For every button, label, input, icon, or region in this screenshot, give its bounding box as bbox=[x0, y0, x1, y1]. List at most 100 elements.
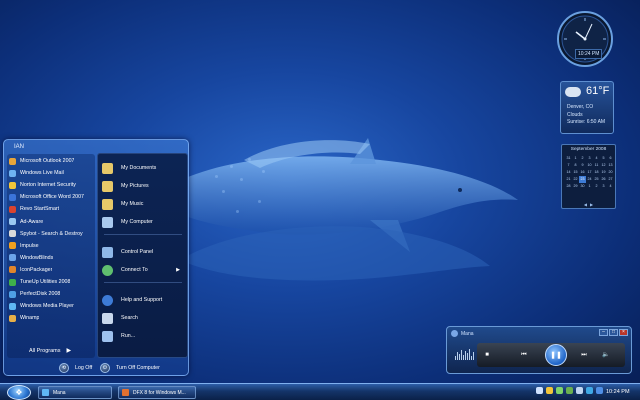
calendar-prev-icon[interactable]: ◀ bbox=[584, 202, 587, 207]
calendar-day[interactable]: 18 bbox=[593, 169, 600, 176]
calendar-day[interactable]: 7 bbox=[565, 162, 572, 169]
calendar-day[interactable]: 10 bbox=[586, 162, 593, 169]
log-off-label: Log Off bbox=[75, 365, 93, 371]
calendar-day[interactable]: 4 bbox=[607, 183, 614, 190]
calendar-day[interactable]: 16 bbox=[579, 169, 586, 176]
calendar-day[interactable]: 4 bbox=[593, 155, 600, 162]
program-item[interactable]: WindowBlinds bbox=[9, 252, 93, 264]
bluetooth-icon[interactable] bbox=[596, 387, 603, 394]
calendar-day[interactable]: 25 bbox=[593, 176, 600, 183]
norton-tray-icon[interactable] bbox=[546, 387, 553, 394]
program-item[interactable]: IconPackager bbox=[9, 264, 93, 276]
program-label: Revo StartSmart bbox=[20, 206, 60, 213]
program-item[interactable]: TuneUp Utilities 2008 bbox=[9, 276, 93, 288]
program-item[interactable]: Revo StartSmart bbox=[9, 203, 93, 215]
program-item[interactable]: Windows Live Mail bbox=[9, 167, 93, 179]
calendar-gadget[interactable]: September 2008 31 1 2 3 4 5 6 7 8 9 10 11 12 13 14 15 16… bbox=[561, 144, 616, 209]
calendar-next-icon[interactable]: ▶ bbox=[590, 202, 593, 207]
calendar-day[interactable]: 17 bbox=[586, 169, 593, 176]
minimize-button[interactable]: – bbox=[599, 329, 608, 336]
taskbar-clock[interactable]: 10:24 PM bbox=[606, 389, 630, 395]
place-item[interactable]: My Music bbox=[102, 196, 186, 212]
start-button[interactable]: ❖ bbox=[7, 385, 31, 400]
tuneup-icon bbox=[9, 278, 16, 286]
program-item[interactable]: Ad-Aware bbox=[9, 216, 93, 228]
calendar-day[interactable]: 31 bbox=[565, 155, 572, 162]
program-item[interactable]: Windows Media Player bbox=[9, 300, 93, 312]
place-item[interactable]: My Pictures bbox=[102, 178, 186, 194]
calendar-day[interactable]: 30 bbox=[579, 183, 586, 190]
previous-icon[interactable]: ⏮ bbox=[517, 350, 531, 360]
calendar-day[interactable]: 9 bbox=[579, 162, 586, 169]
calendar-day[interactable]: 20 bbox=[607, 169, 614, 176]
calendar-day[interactable]: 6 bbox=[607, 155, 614, 162]
taskbar-button[interactable]: DFX 8 for Windows M... bbox=[118, 386, 196, 399]
place-item[interactable]: My Documents bbox=[102, 160, 186, 176]
calendar-day[interactable]: 19 bbox=[600, 169, 607, 176]
network-icon[interactable] bbox=[556, 387, 563, 394]
close-button[interactable]: × bbox=[619, 329, 628, 336]
calendar-day[interactable]: 15 bbox=[572, 169, 579, 176]
computer-icon bbox=[102, 216, 113, 228]
program-item[interactable]: Norton Internet Security bbox=[9, 179, 93, 191]
norton-icon bbox=[9, 181, 16, 189]
place-item[interactable]: Connect To ▶ bbox=[102, 262, 186, 278]
messenger-icon[interactable] bbox=[566, 387, 573, 394]
clock-gadget-time: 10:24 PM bbox=[575, 49, 603, 59]
calendar-day[interactable]: 1 bbox=[572, 155, 579, 162]
program-label: Microsoft Office Word 2007 bbox=[20, 194, 84, 201]
stop-icon[interactable]: ■ bbox=[483, 350, 491, 360]
program-label: WindowBlinds bbox=[20, 254, 54, 261]
calendar-day[interactable]: 29 bbox=[572, 183, 579, 190]
calendar-day[interactable]: 8 bbox=[572, 162, 579, 169]
calendar-day[interactable]: 21 bbox=[565, 176, 572, 183]
calendar-day[interactable]: 2 bbox=[593, 183, 600, 190]
next-icon[interactable]: ⏭ bbox=[577, 350, 591, 360]
taskbar-button-label: DFX 8 for Windows M... bbox=[133, 389, 186, 396]
calendar-day[interactable]: 22 bbox=[572, 176, 579, 183]
music-icon bbox=[102, 198, 113, 210]
calendar-day[interactable]: 13 bbox=[607, 162, 614, 169]
place-item[interactable]: Run... bbox=[102, 328, 186, 344]
place-item[interactable]: My Computer bbox=[102, 214, 186, 230]
program-item[interactable]: Microsoft Office Word 2007 bbox=[9, 191, 93, 203]
calendar-day[interactable]: 28 bbox=[565, 183, 572, 190]
log-off-button[interactable]: ⟲ Log Off bbox=[59, 363, 92, 373]
program-item[interactable]: Spybot - Search & Destroy bbox=[9, 228, 93, 240]
arrow-icon[interactable] bbox=[536, 387, 543, 394]
clock-gadget[interactable] bbox=[556, 10, 614, 68]
calendar-day[interactable]: 2 bbox=[579, 155, 586, 162]
taskbar-button[interactable]: Mana bbox=[38, 386, 112, 399]
place-item[interactable]: Help and Support bbox=[102, 292, 186, 308]
turn-off-button[interactable]: ⏻ Turn Off Computer bbox=[100, 363, 160, 373]
calendar-day[interactable]: 1 bbox=[586, 183, 593, 190]
weather-gadget[interactable]: 61°F Denver, CO Clouds Sunrise: 6:50 AM bbox=[560, 81, 614, 134]
volume-icon[interactable] bbox=[576, 387, 583, 394]
program-item[interactable]: Microsoft Outlook 2007 bbox=[9, 155, 93, 167]
spybot-icon bbox=[9, 230, 16, 238]
calendar-nav: ◀ ▶ bbox=[562, 202, 615, 207]
calendar-day[interactable]: 11 bbox=[593, 162, 600, 169]
place-item[interactable]: Search bbox=[102, 310, 186, 326]
program-item[interactable]: Impulse bbox=[9, 240, 93, 252]
media-player-logo-icon bbox=[451, 330, 458, 337]
pause-button[interactable]: ❚❚ bbox=[545, 344, 567, 366]
program-item[interactable]: Winamp bbox=[9, 312, 93, 324]
all-programs-button[interactable]: All Programs ▶ bbox=[29, 347, 71, 355]
calendar-day[interactable]: 27 bbox=[607, 176, 614, 183]
calendar-day[interactable]: 3 bbox=[586, 155, 593, 162]
place-item[interactable]: Control Panel bbox=[102, 244, 186, 260]
dolphin-wallpaper bbox=[150, 138, 518, 281]
program-item[interactable]: PerfectDisk 2008 bbox=[9, 288, 93, 300]
log-off-icon: ⟲ bbox=[59, 363, 69, 373]
calendar-day[interactable]: 23 bbox=[579, 176, 586, 183]
calendar-day[interactable]: 26 bbox=[600, 176, 607, 183]
volume-icon[interactable]: 🔈 bbox=[599, 350, 613, 360]
maximize-button[interactable]: □ bbox=[609, 329, 618, 336]
calendar-day[interactable]: 14 bbox=[565, 169, 572, 176]
calendar-day[interactable]: 24 bbox=[586, 176, 593, 183]
calendar-day[interactable]: 12 bbox=[600, 162, 607, 169]
calendar-day[interactable]: 5 bbox=[600, 155, 607, 162]
skype-icon[interactable] bbox=[586, 387, 593, 394]
calendar-day[interactable]: 3 bbox=[600, 183, 607, 190]
